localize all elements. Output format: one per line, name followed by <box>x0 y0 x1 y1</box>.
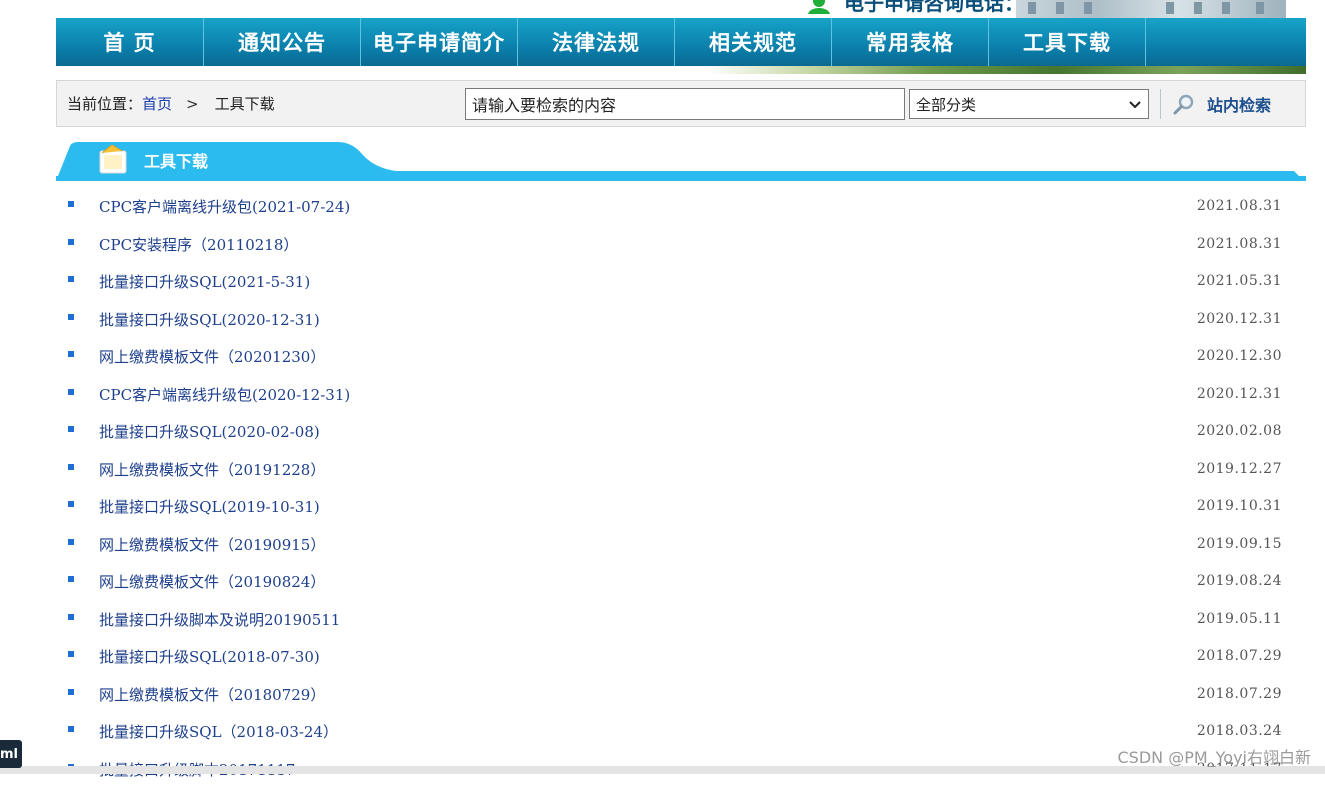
breadcrumb: 当前位置：首页 > 工具下载 <box>67 93 275 114</box>
item-title-link[interactable]: 批量接口升级SQL(2018-07-30) <box>99 646 320 667</box>
bullet-square-icon <box>68 314 74 320</box>
nav-item-laws[interactable]: 法律法规 <box>518 18 675 66</box>
item-date: 2020.12.31 <box>1197 311 1282 327</box>
bullet-square-icon <box>68 726 74 732</box>
list-item: 批量接口升级SQL(2020-12-31) 2020.12.31 <box>56 301 1306 339</box>
list-item: 批量接口升级SQL(2018-07-30) 2018.07.29 <box>56 638 1306 676</box>
nav-item-e-filing-intro[interactable]: 电子申请简介 <box>361 18 518 66</box>
nav-item-home[interactable]: 首 页 <box>56 18 204 66</box>
bullet-square-icon <box>68 539 74 545</box>
folder-icon <box>96 141 132 177</box>
item-date: 2018.03.24 <box>1197 723 1282 739</box>
item-title-link[interactable]: 批量接口升级SQL(2021-5-31) <box>99 271 310 292</box>
bullet-square-icon <box>68 464 74 470</box>
bullet-square-icon <box>68 614 74 620</box>
breadcrumb-current: 工具下载 <box>215 95 275 113</box>
section-header: 工具下载 <box>56 140 1306 182</box>
nav-item-standards[interactable]: 相关规范 <box>675 18 832 66</box>
list-item: 批量接口升级SQL(2021-5-31) 2021.05.31 <box>56 263 1306 301</box>
bullet-square-icon <box>68 239 74 245</box>
item-title-link[interactable]: 网上缴费模板文件（20180729） <box>99 684 325 705</box>
item-date: 2020.12.31 <box>1197 386 1282 402</box>
nav-item-notices[interactable]: 通知公告 <box>204 18 361 66</box>
item-date: 2019.05.11 <box>1197 611 1282 627</box>
bullet-square-icon <box>68 351 74 357</box>
list-item: 网上缴费模板文件（20201230） 2020.12.30 <box>56 338 1306 376</box>
item-title-link[interactable]: CPC客户端离线升级包(2020-12-31) <box>99 384 350 405</box>
bullet-square-icon <box>68 276 74 282</box>
item-title-link[interactable]: CPC安装程序（20110218） <box>99 234 298 255</box>
bullet-square-icon <box>68 201 74 207</box>
list-item: 网上缴费模板文件（20191228） 2019.12.27 <box>56 451 1306 489</box>
item-date: 2021.08.31 <box>1197 198 1282 214</box>
list-item: 网上缴费模板文件（20180729） 2018.07.29 <box>56 676 1306 714</box>
bullet-square-icon <box>68 651 74 657</box>
category-select[interactable]: 全部分类 <box>909 89 1149 119</box>
item-date: 2021.08.31 <box>1197 236 1282 252</box>
section-header-tab <box>56 140 1306 182</box>
site-search-button[interactable]: 站内检索 <box>1173 91 1271 117</box>
nav-item-forms[interactable]: 常用表格 <box>832 18 989 66</box>
breadcrumb-home-link[interactable]: 首页 <box>142 95 172 113</box>
item-date: 2019.08.24 <box>1197 573 1282 589</box>
list-item: CPC客户端离线升级包(2020-12-31) 2020.12.31 <box>56 376 1306 414</box>
breadcrumb-prefix: 当前位置： <box>67 95 142 113</box>
list-item: 批量接口升级SQL(2020-02-08) 2020.02.08 <box>56 413 1306 451</box>
nav-decor-strip <box>56 66 1306 74</box>
item-date: 2020.02.08 <box>1197 423 1282 439</box>
item-title-link[interactable]: 网上缴费模板文件（20190915） <box>99 534 325 555</box>
watermark-text: CSDN @PM_Yoyi右翊白新 <box>1117 744 1311 768</box>
list-item: 批量接口升级SQL(2019-10-31) 2019.10.31 <box>56 488 1306 526</box>
category-select-value: 全部分类 <box>916 94 976 115</box>
top-banner: 电子申请咨询电话：010－62356655 <box>0 0 1325 18</box>
main-nav: 首 页 通知公告 电子申请简介 法律法规 相关规范 常用表格 工具下载 <box>56 18 1306 74</box>
bullet-square-icon <box>68 689 74 695</box>
list-item: CPC安装程序（20110218） 2021.08.31 <box>56 226 1306 264</box>
item-date: 2019.10.31 <box>1197 498 1282 514</box>
item-title-link[interactable]: 批量接口升级SQL（2018-03-24） <box>99 721 338 742</box>
item-title-link[interactable]: 批量接口升级SQL(2020-12-31) <box>99 309 320 330</box>
section-title: 工具下载 <box>144 148 208 172</box>
item-title-link[interactable]: 网上缴费模板文件（20191228） <box>99 459 325 480</box>
item-title-link[interactable]: 网上缴费模板文件（20190824） <box>99 571 325 592</box>
side-floating-tab[interactable]: ml <box>0 740 22 768</box>
bullet-square-icon <box>68 501 74 507</box>
side-tab-label: ml <box>0 747 18 762</box>
item-title-link[interactable]: 批量接口升级脚本及说明20190511 <box>99 609 340 630</box>
bullet-square-icon <box>68 576 74 582</box>
chevron-down-icon <box>1128 97 1142 111</box>
list-item: 网上缴费模板文件（20190915） 2019.09.15 <box>56 526 1306 564</box>
list-item: CPC客户端离线升级包(2021-07-24) 2021.08.31 <box>56 188 1306 226</box>
breadcrumb-search-bar: 当前位置：首页 > 工具下载 全部分类 站内检索 <box>56 80 1306 127</box>
nav-item-tool-download[interactable]: 工具下载 <box>989 18 1146 66</box>
bullet-square-icon <box>68 426 74 432</box>
item-date: 2018.07.29 <box>1197 686 1282 702</box>
breadcrumb-separator: > <box>186 95 199 113</box>
list-item: 批量接口升级脚本及说明20190511 2019.05.11 <box>56 601 1306 639</box>
site-search-label: 站内检索 <box>1207 92 1271 116</box>
item-title-link[interactable]: 网上缴费模板文件（20201230） <box>99 346 325 367</box>
search-input[interactable] <box>465 88 905 120</box>
item-title-link[interactable]: CPC客户端离线升级包(2021-07-24) <box>99 196 350 217</box>
item-title-link[interactable]: 批量接口升级SQL(2019-10-31) <box>99 496 320 517</box>
building-banner-image <box>1016 0 1286 18</box>
divider <box>1160 89 1161 119</box>
item-date: 2021.05.31 <box>1197 273 1282 289</box>
list-item: 网上缴费模板文件（20190824） 2019.08.24 <box>56 563 1306 601</box>
download-list: CPC客户端离线升级包(2021-07-24) 2021.08.31 CPC安装程… <box>56 188 1306 788</box>
item-date: 2019.12.27 <box>1197 461 1282 477</box>
item-date: 2018.07.29 <box>1197 648 1282 664</box>
item-title-link[interactable]: 批量接口升级SQL(2020-02-08) <box>99 421 320 442</box>
magnifier-icon <box>1173 93 1195 115</box>
item-date: 2020.12.30 <box>1197 348 1282 364</box>
user-phone-icon <box>806 0 832 14</box>
item-date: 2019.09.15 <box>1197 536 1282 552</box>
bullet-square-icon <box>68 389 74 395</box>
